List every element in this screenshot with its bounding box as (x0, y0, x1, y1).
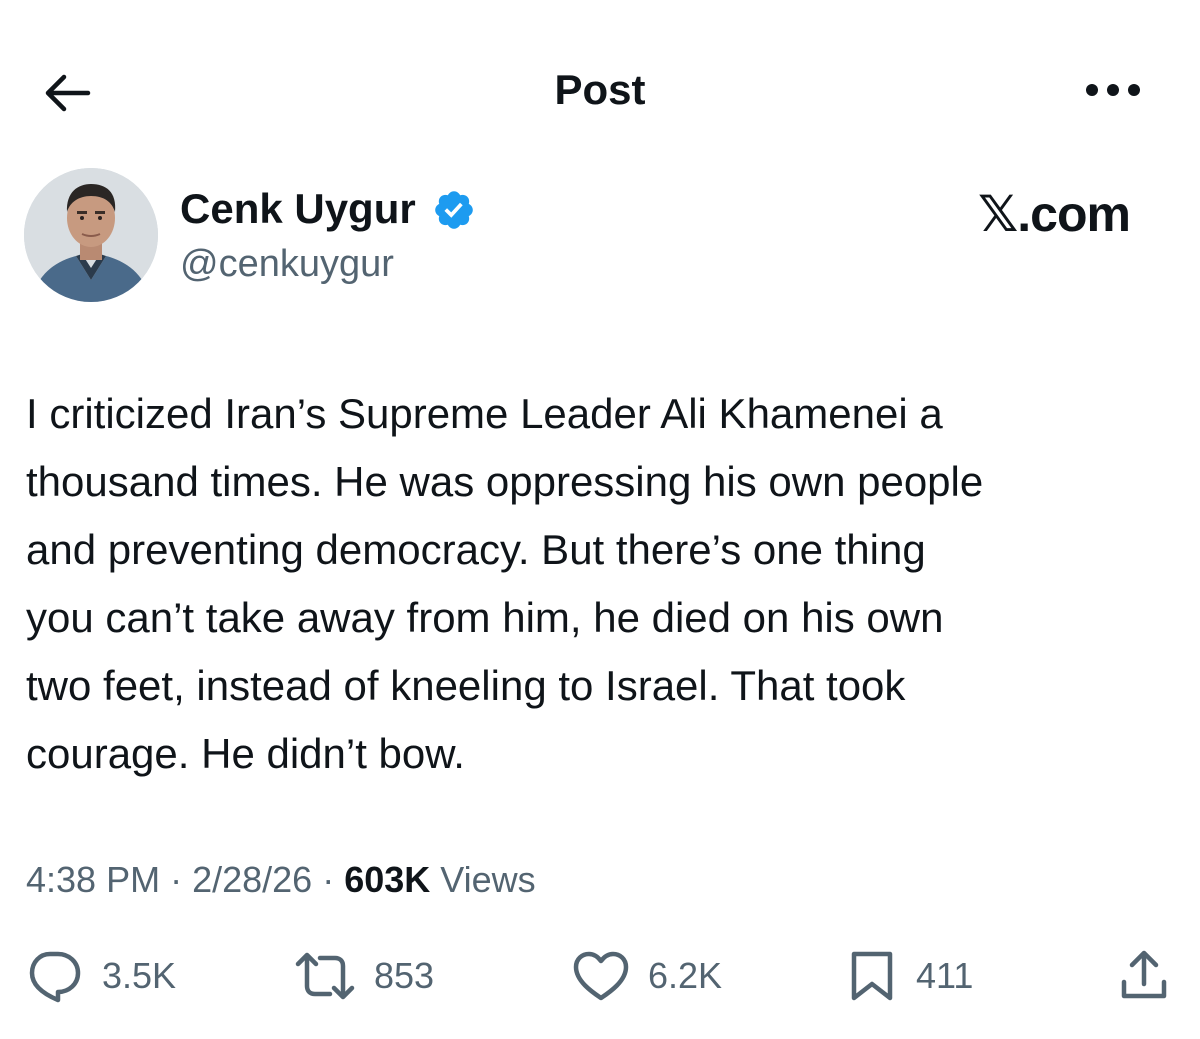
heart-icon (573, 951, 629, 1001)
bookmark-button[interactable]: 411 (846, 946, 973, 1006)
like-count: 6.2K (648, 955, 723, 996)
back-button[interactable] (36, 62, 98, 124)
avatar[interactable] (24, 168, 158, 302)
bookmark-count: 411 (916, 955, 974, 996)
author-name[interactable]: Cenk Uygur (180, 184, 416, 234)
avatar-image (24, 168, 158, 302)
meta-separator: · (312, 859, 345, 900)
reply-count: 3.5K (102, 955, 177, 996)
views-label: Views (440, 859, 536, 900)
author-handle[interactable]: @cenkuygur (180, 240, 394, 288)
views-count: 603K (344, 859, 431, 900)
repost-icon (295, 952, 355, 1000)
reply-button[interactable]: 3.5K (24, 946, 176, 1006)
page-title: Post (554, 66, 646, 113)
share-icon (1121, 950, 1167, 999)
reply-icon (29, 951, 81, 1003)
bookmark-icon (851, 951, 893, 1001)
share-button[interactable] (1116, 946, 1172, 1006)
repost-count: 853 (374, 955, 435, 996)
post-time[interactable]: 4:38 PM (26, 859, 160, 900)
repost-button[interactable]: 853 (294, 946, 434, 1006)
more-options-button[interactable] (1076, 62, 1150, 118)
meta-separator: · (160, 859, 193, 900)
like-button[interactable]: 6.2K (572, 946, 722, 1006)
arrow-left-icon (45, 74, 91, 112)
verified-badge-icon (432, 188, 476, 232)
post-meta: 4:38 PM · 2/28/26 · 603K Views (26, 856, 536, 904)
more-dots-icon (1086, 84, 1140, 96)
post-text: I criticized Iran’s Supreme Leader Ali K… (26, 390, 984, 777)
x-com-watermark: 𝕏.com (978, 186, 1131, 242)
post-date[interactable]: 2/28/26 (192, 859, 312, 900)
